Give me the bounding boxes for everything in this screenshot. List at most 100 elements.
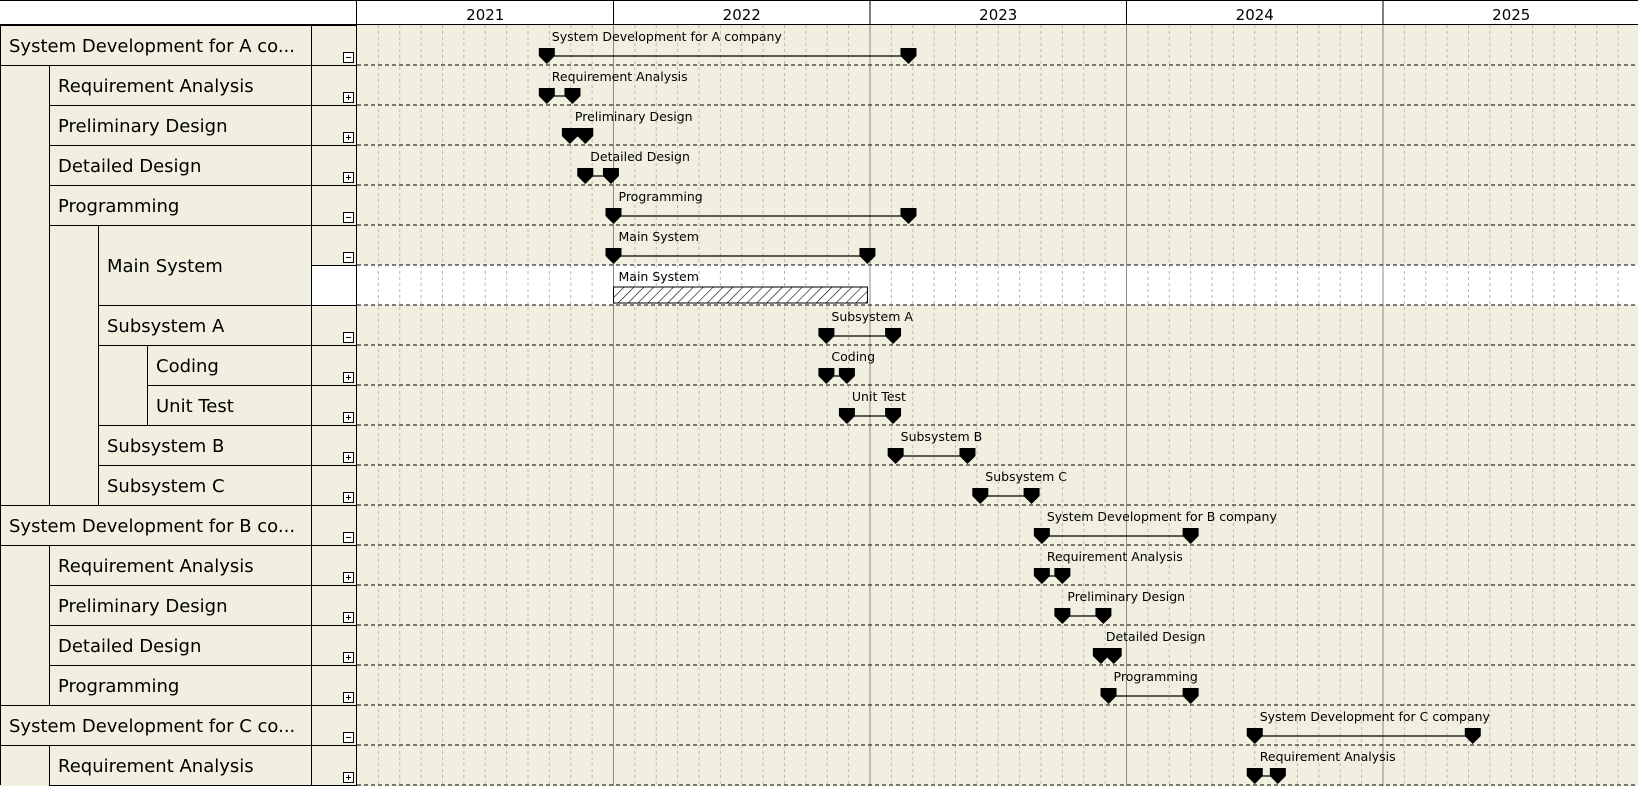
tree-row-label[interactable]: Programming: [58, 676, 179, 697]
milestone-marker[interactable]: [818, 328, 835, 344]
tree-row-label[interactable]: System Development for A co...: [9, 36, 295, 57]
task-bar[interactable]: Subsystem C: [972, 469, 1067, 504]
milestone-marker[interactable]: [818, 368, 835, 384]
expand-icon[interactable]: [343, 372, 354, 383]
milestone-marker[interactable]: [1095, 608, 1112, 624]
milestone-marker[interactable]: [838, 408, 855, 424]
task-bar[interactable]: Main System: [605, 229, 876, 264]
tree-row-label[interactable]: System Development for B co...: [9, 516, 295, 537]
task-bar[interactable]: Subsystem A: [818, 309, 913, 344]
hatched-duration-bar[interactable]: [613, 286, 868, 304]
task-bar-label: Coding: [831, 349, 875, 364]
milestone-marker[interactable]: [577, 168, 594, 184]
expand-icon[interactable]: [343, 572, 354, 583]
task-bar[interactable]: Preliminary Design: [1054, 589, 1185, 624]
collapse-icon[interactable]: [343, 332, 354, 343]
tree-row-label[interactable]: Programming: [58, 196, 179, 217]
expand-icon[interactable]: [343, 412, 354, 423]
tree-row-label[interactable]: Main System: [107, 256, 223, 277]
year-header-label: 2022: [723, 6, 761, 24]
task-bar-label: Main System: [619, 269, 699, 284]
task-bar[interactable]: Requirement Analysis: [1033, 549, 1183, 584]
task-bar-label: Preliminary Design: [1067, 589, 1185, 604]
task-bar[interactable]: System Development for C company: [1246, 709, 1491, 744]
milestone-marker[interactable]: [538, 48, 555, 64]
milestone-marker[interactable]: [1182, 688, 1199, 704]
tree-row-label[interactable]: Preliminary Design: [58, 596, 228, 617]
milestone-marker[interactable]: [1105, 648, 1122, 664]
milestone-marker[interactable]: [1023, 488, 1040, 504]
task-bar[interactable]: System Development for A company: [538, 29, 917, 64]
tree-row-label[interactable]: Requirement Analysis: [58, 76, 254, 97]
milestone-marker[interactable]: [1464, 728, 1481, 744]
tree-row-label[interactable]: Unit Test: [156, 396, 234, 417]
expand-icon[interactable]: [343, 492, 354, 503]
tree-row-label[interactable]: Requirement Analysis: [58, 756, 254, 777]
milestone-marker[interactable]: [1033, 528, 1050, 544]
milestone-marker[interactable]: [1054, 608, 1071, 624]
milestone-marker[interactable]: [1033, 568, 1050, 584]
task-bar-label: Requirement Analysis: [552, 69, 688, 84]
collapse-icon[interactable]: [343, 212, 354, 223]
milestone-marker[interactable]: [1182, 528, 1199, 544]
tree-row-label[interactable]: Requirement Analysis: [58, 556, 254, 577]
milestone-marker[interactable]: [885, 328, 902, 344]
task-bar-label: Programming: [1114, 669, 1198, 684]
task-bar[interactable]: Subsystem B: [887, 429, 983, 464]
milestone-marker[interactable]: [838, 368, 855, 384]
task-bar[interactable]: Preliminary Design: [561, 109, 693, 144]
tree-row-label[interactable]: Subsystem C: [107, 476, 225, 497]
expand-icon[interactable]: [343, 92, 354, 103]
collapse-icon[interactable]: [343, 532, 354, 543]
milestone-marker[interactable]: [538, 88, 555, 104]
milestone-marker[interactable]: [561, 128, 578, 144]
task-bar[interactable]: System Development for B company: [1033, 509, 1278, 544]
tree-row-label[interactable]: Subsystem A: [107, 316, 225, 337]
tree-row-label[interactable]: System Development for C co...: [9, 716, 295, 737]
expand-icon[interactable]: [343, 692, 354, 703]
task-bar[interactable]: Detailed Design: [577, 149, 690, 184]
milestone-marker[interactable]: [885, 408, 902, 424]
task-bar-label: System Development for B company: [1047, 509, 1278, 524]
milestone-marker[interactable]: [1054, 568, 1071, 584]
milestone-marker[interactable]: [900, 208, 917, 224]
task-bar[interactable]: Unit Test: [838, 389, 906, 424]
task-bar-label: Subsystem A: [831, 309, 913, 324]
task-bar[interactable]: Requirement Analysis: [1246, 749, 1396, 784]
task-bar[interactable]: Detailed Design: [1092, 629, 1206, 664]
milestone-marker[interactable]: [887, 448, 904, 464]
tree-row-label[interactable]: Subsystem B: [107, 436, 224, 457]
header-background: [0, 0, 1638, 25]
milestone-marker[interactable]: [605, 248, 622, 264]
milestone-marker[interactable]: [1269, 768, 1286, 784]
expand-icon[interactable]: [343, 172, 354, 183]
milestone-marker[interactable]: [1100, 688, 1117, 704]
task-bar-label: Unit Test: [852, 389, 906, 404]
milestone-marker[interactable]: [1246, 728, 1263, 744]
milestone-marker[interactable]: [605, 208, 622, 224]
tree-row-label[interactable]: Detailed Design: [58, 156, 201, 177]
expand-icon[interactable]: [343, 612, 354, 623]
expand-icon[interactable]: [343, 652, 354, 663]
tree-row-label[interactable]: Coding: [156, 356, 219, 377]
milestone-marker[interactable]: [577, 128, 594, 144]
year-header-label: 2023: [979, 6, 1017, 24]
task-tree-panel: System Development for A co... Requiremen…: [0, 25, 357, 786]
milestone-marker[interactable]: [859, 248, 876, 264]
tree-row-label[interactable]: Preliminary Design: [58, 116, 228, 137]
milestone-marker[interactable]: [602, 168, 619, 184]
collapse-icon[interactable]: [343, 252, 354, 263]
collapse-icon[interactable]: [343, 52, 354, 63]
milestone-marker[interactable]: [959, 448, 976, 464]
milestone-marker[interactable]: [900, 48, 917, 64]
expand-icon[interactable]: [343, 132, 354, 143]
task-bar[interactable]: Coding: [818, 349, 875, 384]
milestone-marker[interactable]: [972, 488, 989, 504]
milestone-marker[interactable]: [564, 88, 581, 104]
milestone-marker[interactable]: [1246, 768, 1263, 784]
expand-icon[interactable]: [343, 452, 354, 463]
expand-icon[interactable]: [343, 772, 354, 783]
tree-row-label[interactable]: Detailed Design: [58, 636, 201, 657]
task-bar[interactable]: Programming: [1100, 669, 1199, 704]
collapse-icon[interactable]: [343, 732, 354, 743]
